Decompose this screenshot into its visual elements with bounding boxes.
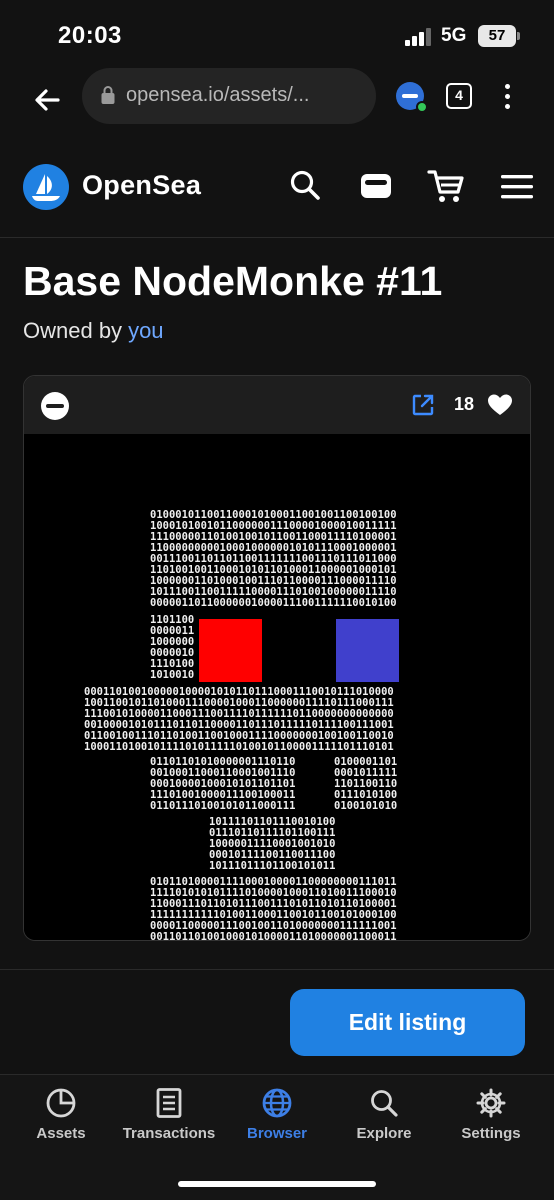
nav-label: Browser (246, 1125, 308, 1142)
card-header: 18 (24, 376, 530, 434)
nav-item-assets[interactable]: Assets (6, 1087, 116, 1151)
external-link-icon[interactable] (411, 393, 435, 417)
nav-label: Transactions (122, 1125, 216, 1142)
nft-card: 18 0100010110011000101000110010011001001… (23, 375, 531, 941)
back-button[interactable] (28, 80, 68, 120)
receipt-icon (156, 1088, 182, 1118)
owner-link[interactable]: you (128, 318, 163, 343)
globe-icon (262, 1088, 292, 1118)
nav-item-browser[interactable]: Browser (222, 1087, 332, 1151)
chain-icon (41, 392, 69, 420)
nav-label: Assets (36, 1125, 86, 1142)
owned-by-line: Owned by you (23, 318, 164, 344)
nav-item-explore[interactable]: Explore (329, 1087, 439, 1151)
browser-toolbar: opensea.io/assets/... 4 (0, 64, 554, 136)
favorite-count: 18 (454, 394, 475, 414)
svg-text:100011010010111101011111010010: 1000110100101111010111110100101100001111… (84, 741, 394, 753)
network-type: 5G (441, 25, 467, 46)
bottom-nav: Assets Transactions Browser Explore Sett… (0, 1074, 554, 1200)
svg-text:0100101010: 0100101010 (334, 800, 397, 812)
right-eye (336, 619, 399, 682)
svg-text:001101101001000101000011010000: 001101101001000101000011010000001100011 (150, 931, 397, 941)
gear-icon (476, 1088, 506, 1118)
url-text: opensea.io/assets/... (126, 84, 310, 106)
opensea-logo-icon[interactable] (23, 164, 69, 210)
svg-text:01101110100101011000111: 01101110100101011000111 (150, 800, 295, 812)
nav-label: Settings (461, 1125, 521, 1142)
status-bar: 20:03 5G 57 (0, 0, 554, 64)
home-indicator (178, 1181, 376, 1187)
nav-label: Explore (356, 1125, 412, 1142)
left-eye (199, 619, 262, 682)
pie-chart-icon (46, 1088, 76, 1118)
arrow-left-icon (35, 89, 60, 111)
search-icon (371, 1090, 398, 1117)
nav-item-transactions[interactable]: Transactions (114, 1087, 224, 1151)
site-name[interactable]: OpenSea (82, 170, 201, 201)
owned-by-label: Owned by (23, 318, 123, 343)
edit-listing-button[interactable]: Edit listing (290, 989, 525, 1056)
heart-icon[interactable] (487, 393, 513, 417)
asset-title: Base NodeMonke #11 (23, 258, 443, 304)
binary-pattern: 0100010110011000101000110010011001001001… (84, 509, 397, 941)
search-icon[interactable] (288, 168, 322, 202)
hamburger-menu-icon[interactable] (500, 174, 534, 200)
nav-item-settings[interactable]: Settings (436, 1087, 546, 1151)
tab-switcher-button[interactable]: 4 (446, 83, 472, 109)
svg-text:10111011101100101011: 10111011101100101011 (209, 860, 335, 872)
svg-text:1010010: 1010010 (150, 669, 194, 681)
nft-image[interactable]: 010001011001100010100011001001100100100 1… (24, 434, 530, 941)
signal-icon (405, 28, 435, 46)
connected-dot (416, 101, 428, 113)
site-header: OpenSea (0, 136, 554, 238)
svg-text:000001101100000010000111001111: 000001101100000010000111001111110010100 (150, 597, 397, 609)
divider (0, 969, 554, 970)
status-time: 20:03 (58, 22, 122, 49)
wallet-icon[interactable] (359, 168, 393, 202)
cart-icon[interactable] (427, 168, 465, 204)
wallet-extension-icon[interactable] (396, 82, 428, 113)
address-bar[interactable]: opensea.io/assets/... (82, 68, 376, 124)
battery-icon: 57 (478, 25, 520, 47)
lock-icon (101, 86, 115, 104)
more-menu-icon[interactable] (498, 82, 518, 112)
